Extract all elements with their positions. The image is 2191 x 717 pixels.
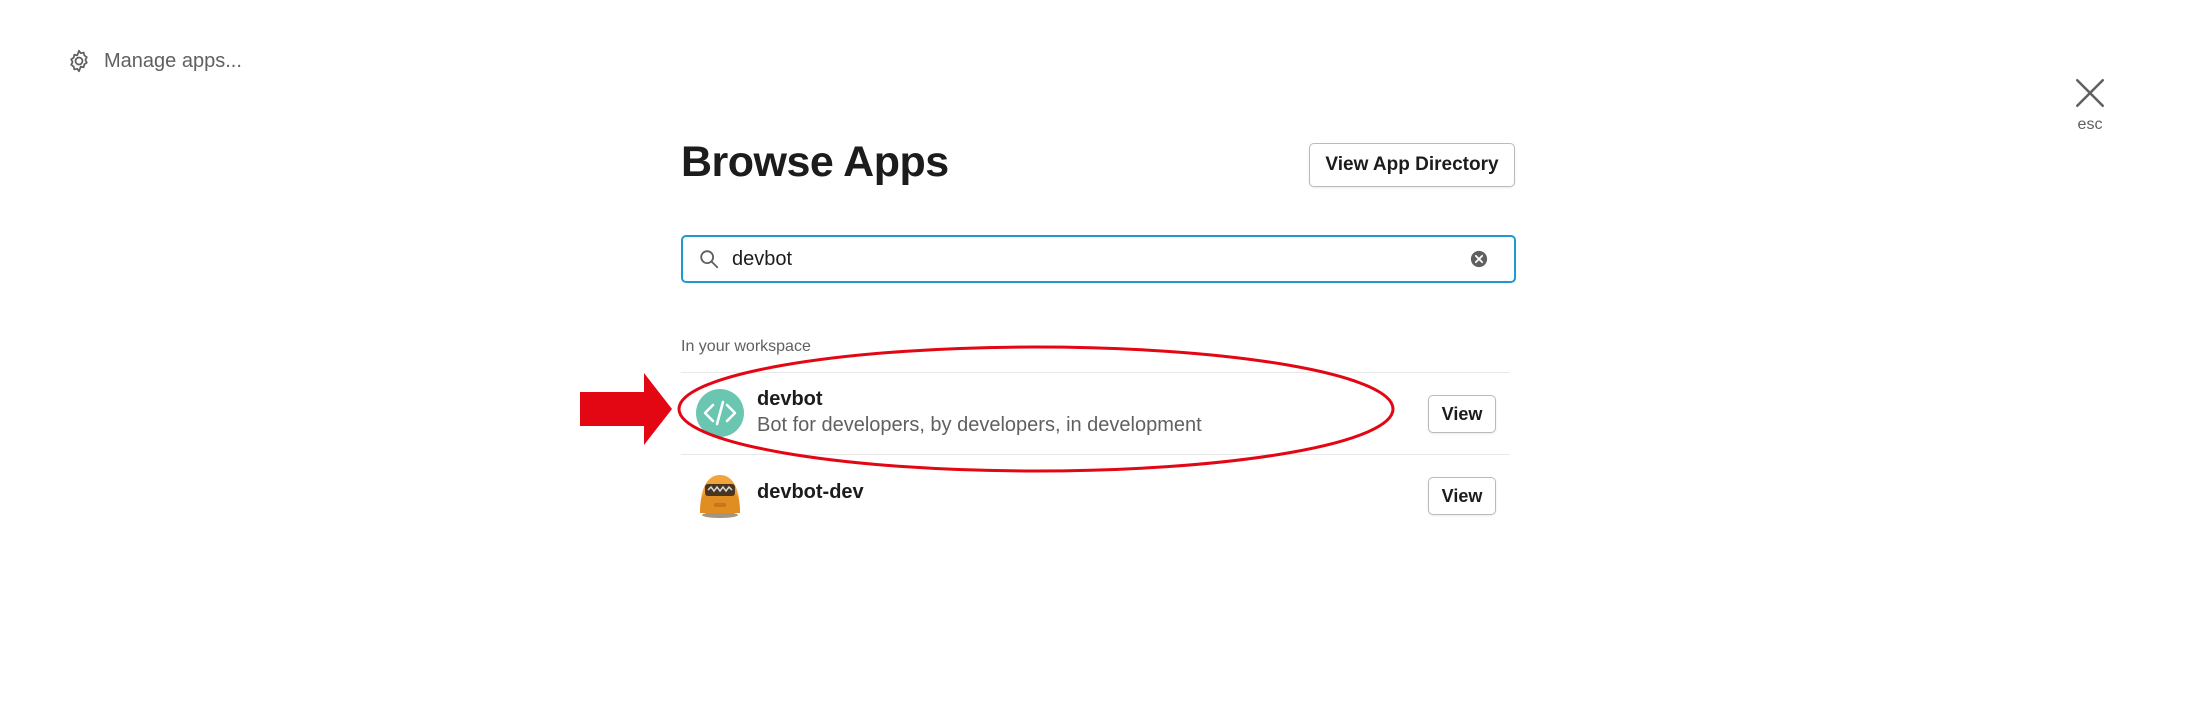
close-icon [2075, 78, 2105, 108]
app-row-devbot-dev[interactable]: devbot-dev View [681, 455, 1510, 535]
clear-search-icon[interactable] [1470, 250, 1488, 268]
code-icon [696, 389, 744, 437]
app-description: Bot for developers, by developers, in de… [757, 414, 1202, 436]
browse-apps-page: Manage apps... esc Browse Apps View App … [0, 0, 2191, 717]
search-field[interactable] [681, 235, 1516, 283]
search-input[interactable] [732, 247, 1470, 271]
page-title: Browse Apps [681, 138, 949, 186]
manage-apps-link[interactable]: Manage apps... [66, 48, 242, 74]
close-button[interactable]: esc [2068, 76, 2112, 134]
esc-label: esc [2077, 116, 2103, 133]
search-icon [700, 250, 719, 269]
section-label: In your workspace [681, 338, 811, 355]
app-row-devbot[interactable]: devbot Bot for developers, by developers… [681, 373, 1510, 453]
view-button[interactable]: View [1428, 477, 1496, 515]
view-button[interactable]: View [1428, 395, 1496, 433]
arrow-right-icon [580, 373, 672, 445]
gear-icon [70, 49, 88, 73]
view-app-directory-button[interactable]: View App Directory [1309, 143, 1515, 187]
app-name: devbot-dev [757, 481, 864, 503]
app-name: devbot [757, 388, 823, 410]
robot-icon [700, 475, 740, 518]
annotation-overlay [580, 345, 1395, 473]
manage-apps-label: Manage apps... [104, 49, 242, 72]
